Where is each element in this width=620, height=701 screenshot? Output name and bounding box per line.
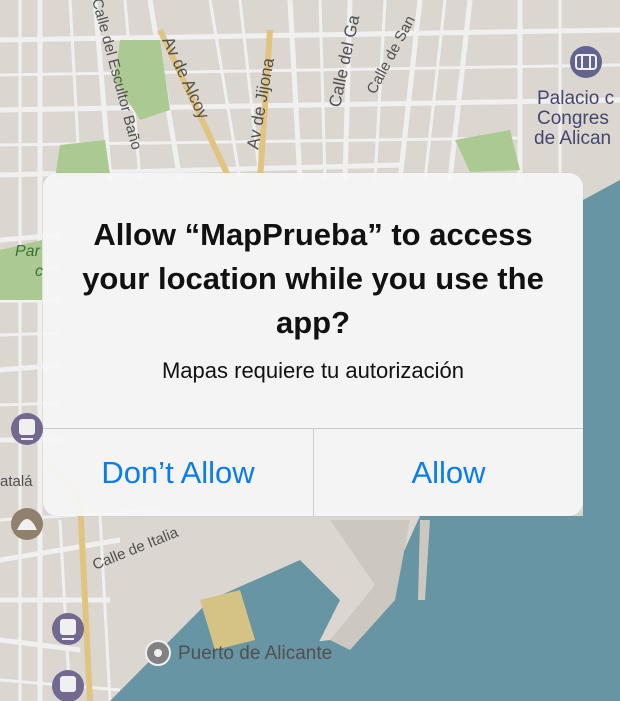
alert-body: Allow “MapPrueba” to access your locatio… bbox=[43, 173, 583, 428]
dont-allow-button[interactable]: Don’t Allow bbox=[43, 429, 313, 516]
alert-title: Allow “MapPrueba” to access your locatio… bbox=[82, 217, 544, 340]
alert-message: Mapas requiere tu autorización bbox=[161, 358, 465, 383]
allow-button[interactable]: Allow bbox=[314, 429, 583, 516]
location-permission-alert: Allow “MapPrueba” to access your locatio… bbox=[43, 173, 583, 516]
